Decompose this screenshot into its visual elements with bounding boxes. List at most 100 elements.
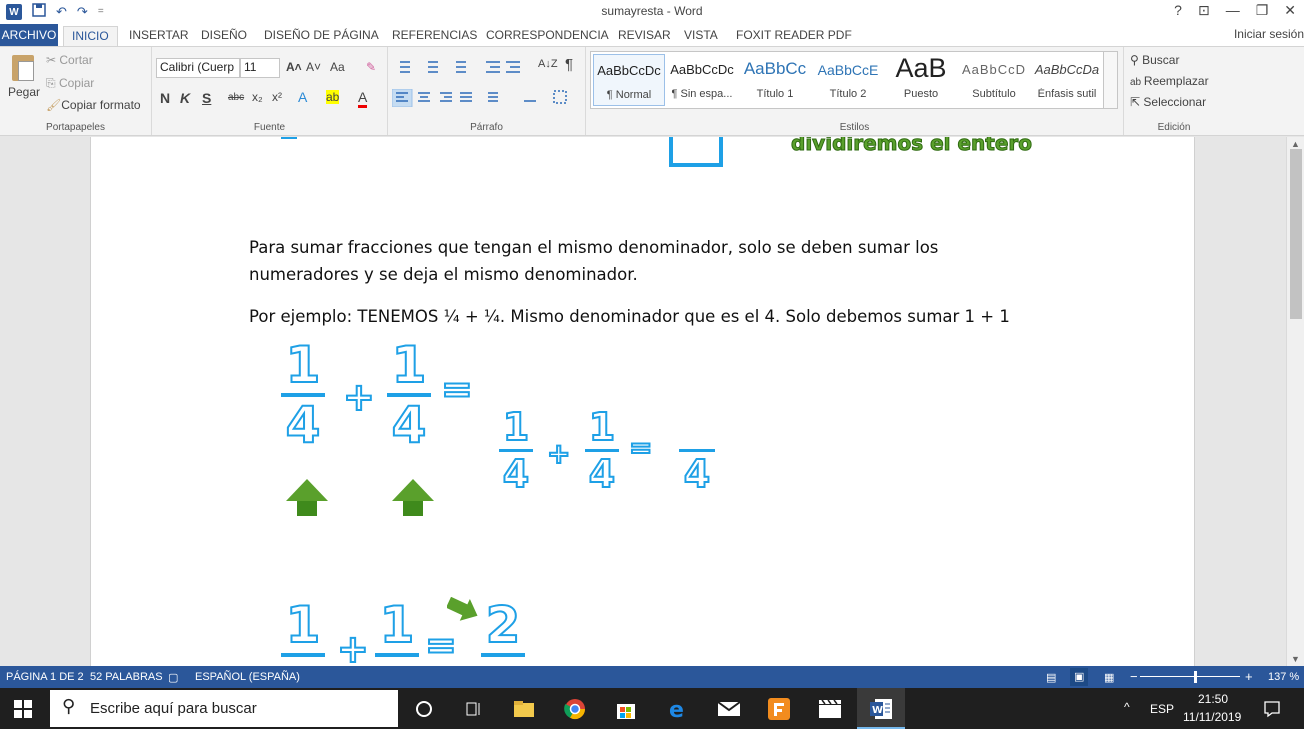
tab-diseno-de-pagina[interactable]: DISEÑO DE PÁGINA (264, 26, 379, 46)
style-normal[interactable]: AaBbCcDc ¶ Normal (593, 54, 665, 106)
zoom-slider-thumb[interactable] (1194, 671, 1197, 683)
shrink-font-button[interactable]: A˅ (306, 60, 321, 74)
fraction-2-bottom: 2 (481, 598, 525, 659)
input-language[interactable]: ESP (1150, 702, 1174, 716)
select-button[interactable]: ⇱ Seleccionar (1130, 95, 1206, 109)
notifications-icon[interactable] (1260, 697, 1284, 721)
ribbon-display-button[interactable]: ⊡ (1198, 2, 1210, 19)
style-puesto[interactable]: AaB Puesto (885, 53, 957, 106)
clock-date[interactable]: 11/11/2019 (1183, 710, 1241, 724)
styles-group-label: Estilos (839, 122, 870, 133)
replace-button[interactable]: ab Reemplazar (1130, 74, 1209, 88)
read-mode-icon[interactable]: ▤ (1046, 671, 1056, 684)
mail-icon[interactable] (717, 697, 741, 721)
scroll-thumb[interactable] (1290, 149, 1302, 319)
ribbon-tabs: ARCHIVO INICIO INSERTAR DISEÑO DISEÑO DE… (0, 24, 1304, 46)
tray-chevron-icon[interactable]: ^ (1124, 700, 1130, 714)
cortana-icon[interactable] (412, 697, 436, 721)
font-color-button[interactable]: A (358, 89, 368, 108)
task-view-icon[interactable] (462, 697, 486, 721)
style-subtitulo[interactable]: AaBbCcD Subtítulo (958, 54, 1030, 106)
clock-time[interactable]: 21:50 (1198, 692, 1228, 706)
sort-button[interactable]: A↓Z (538, 58, 558, 70)
foxit-reader-icon[interactable] (767, 697, 791, 721)
show-formatting-button[interactable]: ¶ (565, 56, 573, 73)
zoom-slider-track[interactable] (1140, 676, 1240, 677)
web-layout-icon[interactable]: ▦ (1104, 671, 1114, 684)
copy-button[interactable]: ⎘ Copiar (46, 76, 94, 91)
indent-icon[interactable] (484, 59, 524, 75)
file-explorer-icon[interactable] (512, 697, 536, 721)
scroll-up-icon[interactable]: ▲ (1291, 139, 1300, 149)
binoculars-icon: ⚲ (1130, 53, 1143, 67)
page-count[interactable]: PÁGINA 1 DE 2 (6, 671, 84, 683)
document-page[interactable]: dividiremos el entero Para sumar fraccio… (90, 137, 1195, 666)
zoom-in-button[interactable]: + (1245, 669, 1253, 684)
replace-icon: ab (1130, 77, 1144, 88)
word-taskbar-icon[interactable]: W (869, 697, 893, 721)
font-size-select[interactable]: 11 (240, 58, 280, 78)
tab-foxit-reader-pdf[interactable]: FOXIT READER PDF (736, 26, 852, 46)
tab-referencias[interactable]: REFERENCIAS (392, 26, 477, 46)
list-buttons-icon[interactable] (394, 59, 484, 75)
styles-scroll[interactable] (1103, 52, 1117, 108)
word-count[interactable]: 52 PALABRAS (90, 671, 163, 683)
windows-start-icon[interactable] (14, 700, 32, 718)
windows-taskbar: ⚲ Escribe aquí para buscar e W ^ ESP 21:… (0, 688, 1304, 729)
zoom-level[interactable]: 137 % (1268, 671, 1299, 683)
taskbar-search-box[interactable]: ⚲ Escribe aquí para buscar (50, 690, 398, 727)
tab-inicio[interactable]: INICIO (63, 26, 118, 46)
subscript-button[interactable]: x₂ (252, 90, 263, 104)
tab-archivo[interactable]: ARCHIVO (0, 24, 58, 46)
title-bar: W ↶ ↷ = sumayresta - Word ? ⊡ — ❐ ✕ (0, 0, 1304, 24)
tab-diseno[interactable]: DISEÑO (201, 26, 247, 46)
close-button[interactable]: ✕ (1284, 2, 1296, 19)
style-titulo-2[interactable]: AaBbCcE Título 2 (812, 54, 884, 106)
paste-button[interactable]: Pegar (8, 85, 40, 99)
alignment-icons[interactable] (392, 89, 582, 107)
video-editor-icon[interactable] (818, 697, 842, 721)
font-group-label: Fuente (253, 122, 286, 133)
highlight-button[interactable]: ab (326, 90, 340, 104)
equals-sign-1: = (440, 366, 474, 412)
bold-button[interactable]: N (160, 90, 170, 106)
text-effects-button[interactable]: A (298, 89, 307, 105)
tab-vista[interactable]: VISTA (684, 26, 718, 46)
store-icon[interactable] (614, 697, 638, 721)
italic-button[interactable]: K (180, 90, 190, 106)
style-titulo-1[interactable]: AaBbCc Título 1 (739, 54, 811, 106)
vertical-scrollbar[interactable]: ▲ ▼ (1286, 137, 1304, 666)
proofing-icon[interactable]: ▢ (168, 671, 178, 684)
help-button[interactable]: ? (1174, 2, 1182, 19)
superscript-button[interactable]: x² (272, 90, 282, 104)
fraction-1-4-a: 1 4 (281, 338, 325, 452)
style-sin-espaciado[interactable]: AaBbCcDc ¶ Sin espa... (666, 54, 738, 106)
document-area: dividiremos el entero Para sumar fraccio… (0, 137, 1286, 666)
underline-button[interactable]: S (202, 90, 211, 106)
chrome-icon[interactable] (563, 697, 587, 721)
plus-sign-2: + (546, 436, 572, 471)
print-layout-icon[interactable]: ▣ (1070, 668, 1089, 686)
change-case-button[interactable]: Aa (330, 60, 345, 74)
find-button[interactable]: ⚲ Buscar (1130, 53, 1179, 67)
cursor-icon: ⇱ (1130, 95, 1144, 109)
style-enfasis-sutil[interactable]: AaBbCcDa Énfasis sutil (1031, 54, 1103, 106)
tab-correspondencia[interactable]: CORRESPONDENCIA (486, 26, 609, 46)
minimize-button[interactable]: — (1226, 2, 1240, 19)
clear-formatting-icon[interactable]: ✎ (366, 60, 376, 74)
cut-button[interactable]: ✂ Cortar (46, 53, 93, 67)
format-painter-button[interactable]: 🖌Copiar formato (46, 98, 141, 112)
sign-in-link[interactable]: Iniciar sesión (1234, 27, 1304, 41)
tab-insertar[interactable]: INSERTAR (129, 26, 189, 46)
paste-icon[interactable] (12, 55, 34, 81)
zoom-out-button[interactable]: − (1130, 669, 1138, 684)
svg-text:W: W (872, 705, 883, 716)
edge-icon[interactable]: e (666, 697, 690, 721)
language[interactable]: ESPAÑOL (ESPAÑA) (195, 671, 300, 683)
strikethrough-button[interactable]: abc (228, 92, 244, 103)
grow-font-button[interactable]: A˄ (286, 60, 302, 74)
tab-revisar[interactable]: REVISAR (618, 26, 671, 46)
restore-button[interactable]: ❐ (1256, 2, 1269, 19)
font-name-select[interactable]: Calibri (Cuerp (156, 58, 240, 78)
scroll-down-icon[interactable]: ▼ (1291, 654, 1300, 664)
